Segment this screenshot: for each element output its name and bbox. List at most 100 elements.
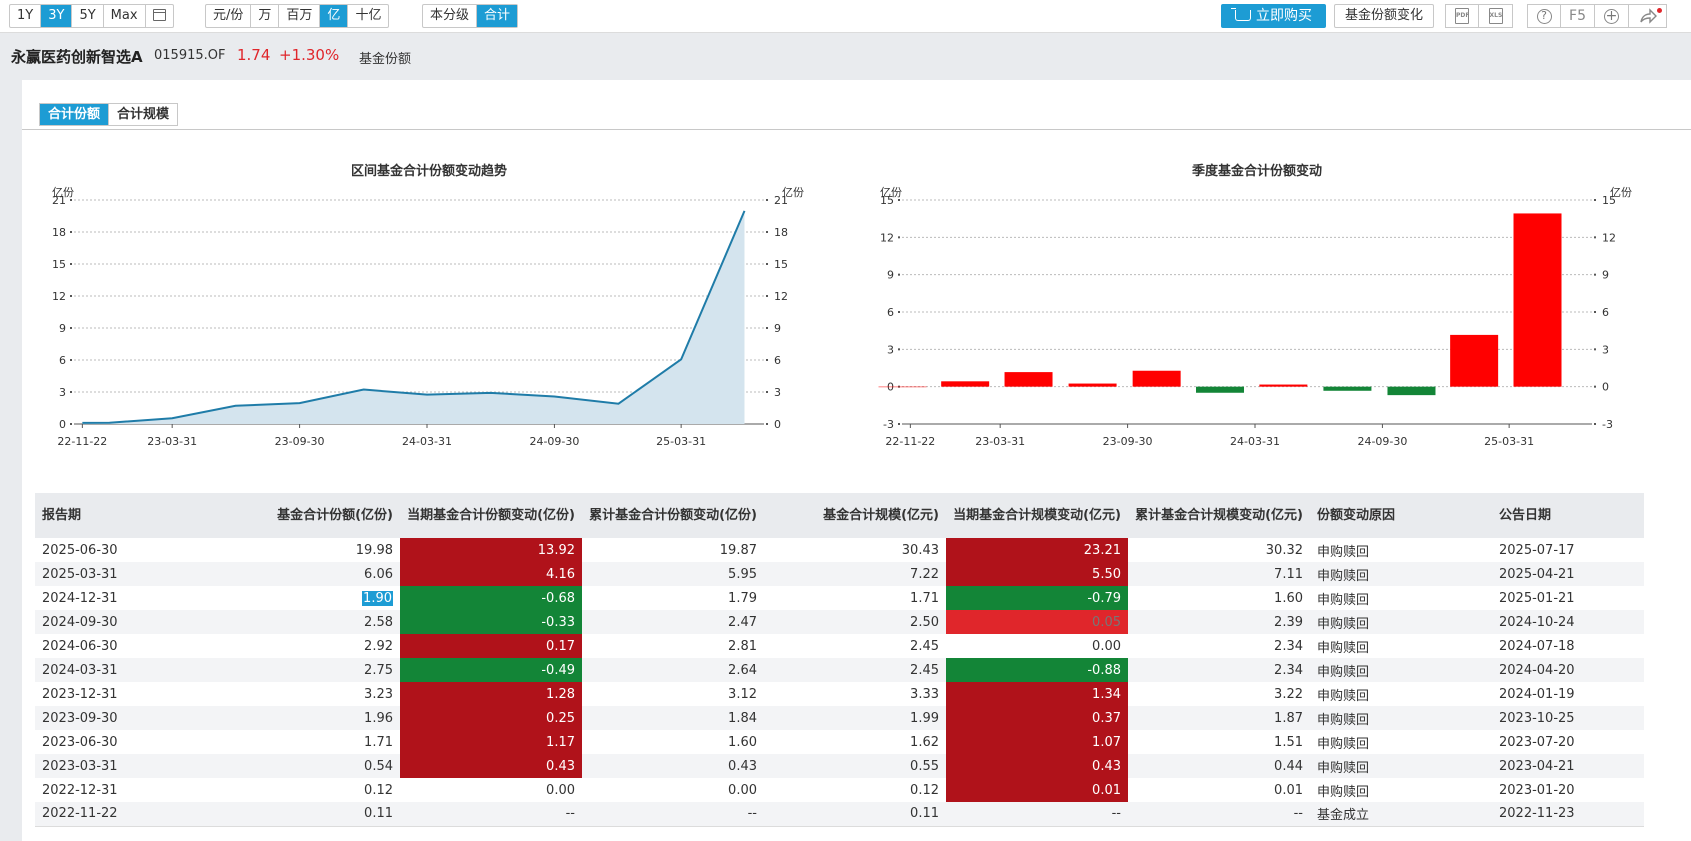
- table-cell: 申购赎回: [1310, 562, 1492, 586]
- table-cell: 申购赎回: [1317, 640, 1370, 656]
- table-cell: 申购赎回: [1317, 592, 1370, 608]
- column-header-7[interactable]: 份额变动原因: [1310, 493, 1492, 538]
- y-tick-mark-right: [766, 359, 768, 361]
- table-cell: 0.43: [946, 754, 1128, 778]
- table-row[interactable]: 2024-12-31 1.90 -0.68 1.79 1.71 -0.79 1.60 申购赎回…: [35, 586, 1644, 610]
- share-arrow-icon: [1639, 8, 1657, 24]
- table-cell: 申购赎回: [1317, 544, 1370, 560]
- column-header-3[interactable]: 累计基金合计份额变动(亿份): [582, 493, 764, 538]
- unit-button-0[interactable]: 元/份: [206, 5, 252, 27]
- period-button-2[interactable]: 5Y: [72, 5, 104, 27]
- table-row[interactable]: 2024-06-30 2.92 0.17 2.81 2.45 0.00 2.34 申购赎回 20…: [35, 634, 1644, 658]
- table-row[interactable]: 2022-12-31 0.12 0.00 0.00 0.12 0.01 0.01 申购赎回 20…: [35, 778, 1644, 802]
- unit-button-1[interactable]: 万: [251, 5, 280, 27]
- table-cell: 19.98: [355, 542, 393, 558]
- table-cell: 0.12: [910, 782, 939, 798]
- period-selector: 1Y 3Y 5Y Max: [9, 4, 174, 28]
- table-cell: 0.25: [400, 706, 582, 730]
- help-button[interactable]: ?: [1527, 4, 1561, 28]
- table-cell: --: [400, 802, 582, 827]
- x-tick-label: 23-03-31: [975, 435, 1025, 448]
- table-cell: 0.00: [728, 782, 757, 798]
- notification-dot: [1657, 8, 1662, 13]
- y-tick-mark-left: [898, 348, 900, 351]
- y-tick-mark-right: [766, 263, 768, 265]
- level-button-0[interactable]: 本分级: [423, 5, 478, 27]
- table-cell: 2024-01-19: [1499, 686, 1575, 702]
- table-row[interactable]: 2024-03-31 2.75 -0.49 2.64 2.45 -0.88 2.34 申购赎回…: [35, 658, 1644, 682]
- tab-total-shares[interactable]: 合计份额: [40, 104, 110, 125]
- unit-button-3[interactable]: 亿: [320, 5, 349, 27]
- y-tick-mark-left: [70, 391, 72, 393]
- table-cell: 2023-07-20: [1499, 734, 1575, 750]
- y-tick-mark-right: [1594, 273, 1596, 276]
- table-cell: 申购赎回: [1310, 610, 1492, 634]
- table-row[interactable]: 2025-03-31 6.06 4.16 5.95 7.22 5.50 7.11 申购赎回 20…: [35, 562, 1644, 586]
- y-tick-label-right: 18: [774, 226, 788, 239]
- column-header-6[interactable]: 累计基金合计规模变动(亿元): [1128, 493, 1310, 538]
- fund-header: 永赢医药创新智选A 015915.OF 1.74 +1.30% 基金份额: [0, 34, 1691, 76]
- table-cell: 5.95: [582, 562, 764, 586]
- y-tick-mark-right: [1594, 311, 1596, 313]
- table-row[interactable]: 2023-03-31 0.54 0.43 0.43 0.55 0.43 0.44 申购赎回 20…: [35, 754, 1644, 778]
- table-cell: 1.87: [1128, 706, 1310, 730]
- period-button-1[interactable]: 3Y: [41, 5, 73, 27]
- column-header-5[interactable]: 当期基金合计规模变动(亿元): [946, 493, 1128, 538]
- level-button-1[interactable]: 合计: [477, 5, 518, 27]
- period-button-0[interactable]: 1Y: [10, 5, 42, 27]
- y-tick-mark-left: [898, 423, 900, 425]
- y-tick-label-right: 3: [774, 386, 781, 399]
- table-cell: 申购赎回: [1310, 754, 1492, 778]
- table-row[interactable]: 2023-12-31 3.23 1.28 3.12 3.33 1.34 3.22 申购赎回 20…: [35, 682, 1644, 706]
- y-tick-label-right: 0: [774, 418, 781, 431]
- share-change-button[interactable]: 基金份额变化: [1334, 4, 1435, 28]
- unit-button-2[interactable]: 百万: [279, 5, 321, 27]
- y-tick-mark-left: [70, 231, 72, 233]
- table-cell: 0.01: [946, 778, 1128, 802]
- share-button[interactable]: [1629, 4, 1667, 28]
- pdf-export-button[interactable]: PDF: [1445, 4, 1479, 28]
- period-button-3[interactable]: Max: [104, 5, 146, 27]
- table-row[interactable]: 2025-06-30 19.98 13.92 19.87 30.43 23.21 30.32…: [35, 538, 1644, 562]
- x-tick-label: 24-03-31: [402, 435, 452, 448]
- table-cell: 3.23: [364, 686, 393, 702]
- column-header-1[interactable]: 基金合计份额(亿份): [218, 493, 400, 538]
- y-tick-label-right: 9: [774, 322, 781, 335]
- table-cell: -0.88: [946, 658, 1128, 682]
- y-tick-mark-left: [70, 327, 72, 329]
- column-header-4[interactable]: 基金合计规模(亿元): [764, 493, 946, 538]
- table-cell: 2023-09-30: [35, 706, 218, 730]
- xls-export-button[interactable]: XLS: [1479, 4, 1513, 28]
- table-row[interactable]: 2022-11-22 0.11 -- -- 0.11 -- -- 基金成立 2022-11-23: [35, 802, 1644, 827]
- table-cell: 1.17: [400, 730, 582, 754]
- column-header-8[interactable]: 公告日期: [1492, 493, 1644, 538]
- refresh-f5-button[interactable]: F5: [1561, 4, 1595, 28]
- tab-total-scale[interactable]: 合计规模: [109, 104, 177, 125]
- table-cell: 2.81: [728, 638, 757, 654]
- table-row[interactable]: 2023-09-30 1.96 0.25 1.84 1.99 0.37 1.87 申购赎回 20…: [35, 706, 1644, 730]
- fund-change-percent: +1.30%: [279, 46, 340, 64]
- y-tick-mark-right: [1594, 385, 1596, 388]
- date-picker-button[interactable]: [146, 5, 173, 27]
- quarterly-change-chart: 亿份 亿份-3 -30 03 36 69 912 1215 1522-11-22 23-03-31…: [878, 186, 1632, 448]
- f5-label: F5: [1569, 8, 1586, 24]
- column-header-0[interactable]: 报告期: [35, 493, 218, 538]
- bar: [941, 381, 990, 387]
- table-row[interactable]: 2024-09-30 2.58 -0.33 2.47 2.50 0.05 2.39 申购赎回 2…: [35, 610, 1644, 634]
- table-cell: 1.60: [1274, 590, 1303, 606]
- table-cell: 2025-06-30: [42, 542, 118, 558]
- y-tick-mark-right: [766, 295, 768, 297]
- table-cell: 2025-03-31: [35, 562, 218, 586]
- y-tick-label-right: 3: [1602, 343, 1609, 356]
- table-cell: 2024-03-31: [35, 658, 218, 682]
- y-tick-mark-right: [766, 423, 768, 425]
- table-cell: 0.43: [400, 754, 582, 778]
- unit-button-4[interactable]: 十亿: [348, 5, 388, 27]
- table-row[interactable]: 2023-06-30 1.71 1.17 1.60 1.62 1.07 1.51 申购赎回 20…: [35, 730, 1644, 754]
- level-selector: 本分级 合计: [422, 4, 519, 28]
- table-cell: 2.45: [910, 638, 939, 654]
- x-tick-label: 25-03-31: [1484, 435, 1534, 448]
- buy-now-button[interactable]: 立即购买: [1221, 4, 1326, 28]
- column-header-2[interactable]: 当期基金合计份额变动(亿份): [400, 493, 582, 538]
- add-button[interactable]: +: [1595, 4, 1629, 28]
